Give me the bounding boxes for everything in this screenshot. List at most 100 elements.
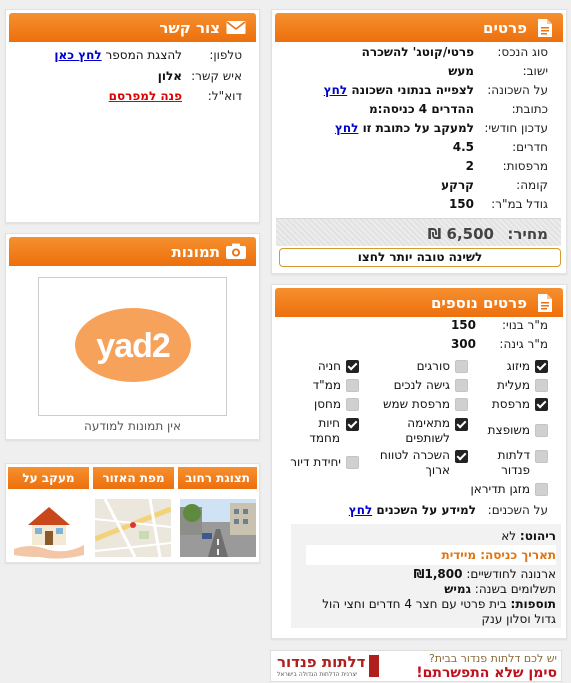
furniture-value: לא xyxy=(501,529,517,543)
pandor-ad-banner[interactable]: דלתות פנדור יצרנית הדלתות הגדולה בישראל … xyxy=(270,650,562,682)
tab-area-map[interactable]: מפת האזור xyxy=(93,467,174,489)
monthly-update-label: עדכון חודשי: xyxy=(484,121,548,135)
checkbox-tadiran-aircon xyxy=(535,483,548,496)
neighbors-text: למידע על השכנים xyxy=(376,503,476,517)
tab-property-tracking[interactable]: מעקב על הנכס xyxy=(8,467,89,489)
monthly-update-value: למעקב על כתובת זו לחץ xyxy=(300,121,474,135)
contact-panel: צור קשר xyxy=(5,9,260,223)
checkbox-elevator xyxy=(535,379,548,392)
floor-value: קרקע xyxy=(441,178,474,192)
monthly-update-link[interactable]: לחץ xyxy=(335,121,358,135)
contact-title: צור קשר xyxy=(159,18,220,37)
area-map-thumbnail[interactable] xyxy=(95,499,171,557)
checkbox-accessible xyxy=(455,379,468,392)
rooms-value: 4.5 xyxy=(452,140,474,154)
neighbors-value: למידע על השכנים לחץ xyxy=(300,503,476,517)
street-view-thumbnail[interactable] xyxy=(180,499,256,557)
property-type-value: פרטי/קוטג' להשכרה xyxy=(361,45,474,59)
contact-person-label: איש קשר: xyxy=(191,69,242,83)
feature-label-safe-room: ממ"ד xyxy=(312,378,341,392)
ad-brand-name: דלתות פנדור xyxy=(277,653,366,671)
price-box: מחיר: 6,500 ₪ xyxy=(276,218,561,246)
city-value: מעש xyxy=(448,64,474,78)
extras-row: תוספות: בית פרטי עם חצר 4 חדרים וחצי הול… xyxy=(300,597,556,627)
yad2-logo: yad2 xyxy=(75,308,191,382)
size-value: 150 xyxy=(448,197,474,211)
contact-person-value: אלון xyxy=(157,69,182,83)
rooms-label: חדרים: xyxy=(512,140,548,154)
payments-row: תשלומים בשנה: גמיש xyxy=(300,582,556,596)
balconies-value: 2 xyxy=(465,159,474,173)
payments-label: תשלומים בשנה: xyxy=(474,582,556,596)
show-phone-link[interactable]: לחץ כאן xyxy=(54,48,101,62)
contact-header: צור קשר xyxy=(9,13,256,42)
feature-label-renovated: משופצת xyxy=(487,423,530,437)
no-photos-text: אין תמונות למודעה xyxy=(83,419,181,433)
garden-area-value: 300 xyxy=(450,337,476,351)
price-label: מחיר: xyxy=(507,225,548,243)
garden-area-label: מ"ר גינה: xyxy=(499,337,548,351)
feature-label-aircon: מיזוג xyxy=(506,359,530,373)
feature-label-long-term: השכרה לטווח ארוך xyxy=(379,448,450,477)
feature-label-sun-balcony: מרפסת שמש xyxy=(382,397,450,411)
camera-icon xyxy=(226,243,246,261)
neighborhood-text: לצפייה בנתוני השכונה xyxy=(351,83,474,97)
ad-brand-sub: יצרנית הדלתות הגדולה בישראל xyxy=(277,671,358,678)
entry-date: תאריך כניסה: מיידית xyxy=(306,545,556,565)
extras-label: תוספות: xyxy=(510,597,556,611)
document-icon xyxy=(535,293,553,312)
phone-text: להצגת המספר xyxy=(105,48,182,62)
feature-label-elevator: מעלית xyxy=(496,378,530,392)
checkbox-pandor-doors xyxy=(535,450,548,463)
tab-street-view[interactable]: תצוגת רחוב xyxy=(178,467,257,489)
furniture-row: ריהוט: לא xyxy=(300,529,556,543)
arnona-row: ארנונה לחודשיים: ₪1,800 xyxy=(300,567,556,581)
feature-label-tadiran-aircon: מזגן תדיראן xyxy=(470,482,530,496)
checkbox-parking xyxy=(346,360,359,373)
checkbox-sun-balcony xyxy=(455,398,468,411)
floor-label: קומה: xyxy=(516,178,548,192)
neighborhood-link[interactable]: לחץ xyxy=(324,83,347,97)
neighbors-link[interactable]: לחץ xyxy=(349,503,372,517)
size-label: גודל במ"ר: xyxy=(491,197,548,211)
feature-label-accessible: גישה לנכים xyxy=(393,378,450,392)
feature-label-pandor-doors: דלתות פנדור xyxy=(497,448,530,477)
arnona-value: ₪1,800 xyxy=(413,567,463,581)
feature-label-housing-unit: יחידת דיור xyxy=(290,455,341,469)
checkbox-long-term xyxy=(455,450,468,463)
photos-title: תמונות xyxy=(171,242,220,261)
checkbox-housing-unit xyxy=(346,456,359,469)
feature-label-bars: סורגים xyxy=(416,359,450,373)
ad-brand-block: דלתות פנדור יצרנית הדלתות הגדולה בישראל xyxy=(273,653,379,679)
balconies-label: מרפסות: xyxy=(502,159,548,173)
feature-label-parking: חניה xyxy=(317,359,341,373)
contact-advertiser-link[interactable]: פנה למפרסם xyxy=(109,89,182,103)
details-title: פרטים xyxy=(483,18,527,37)
checkbox-roommates xyxy=(455,418,468,431)
envelope-icon xyxy=(226,19,246,37)
address-value: ההדרים 4 כניסה:מ xyxy=(368,102,474,116)
ad-line2: סימן שלא התפשרתם! xyxy=(416,665,557,681)
neighbors-label: על השכנים: xyxy=(487,503,548,517)
feature-label-balcony: מרפסת xyxy=(491,397,530,411)
yad2-logo-text: yad2 xyxy=(96,327,171,365)
built-area-value: 150 xyxy=(450,318,476,332)
email-label: דוא"ל: xyxy=(207,89,242,103)
checkbox-storage xyxy=(346,398,359,411)
property-tracking-thumbnail[interactable] xyxy=(10,499,88,559)
feature-label-roommates: מתאימה לשותפים xyxy=(405,416,450,445)
ad-line1: יש לכם דלתות פנדור בבית? xyxy=(428,652,557,665)
address-label: כתובת: xyxy=(511,102,548,116)
checkbox-pets xyxy=(346,418,359,431)
neighborhood-label: על השכונה: xyxy=(487,83,548,97)
ad-door-icon xyxy=(369,655,379,677)
monthly-update-text: למעקב על כתובת זו xyxy=(362,121,474,135)
checkbox-safe-room xyxy=(346,379,359,392)
city-label: ישוב: xyxy=(522,64,548,78)
document-icon xyxy=(535,18,553,37)
feature-label-pets: חיות מחמד xyxy=(309,416,340,445)
built-area-label: מ"ר בנוי: xyxy=(502,318,548,332)
better-rate-button[interactable]: לשינה טובה יותר לחצו xyxy=(279,248,561,267)
neighborhood-value: לצפייה בנתוני השכונה לחץ xyxy=(300,83,474,97)
photos-header: תמונות xyxy=(9,237,256,266)
